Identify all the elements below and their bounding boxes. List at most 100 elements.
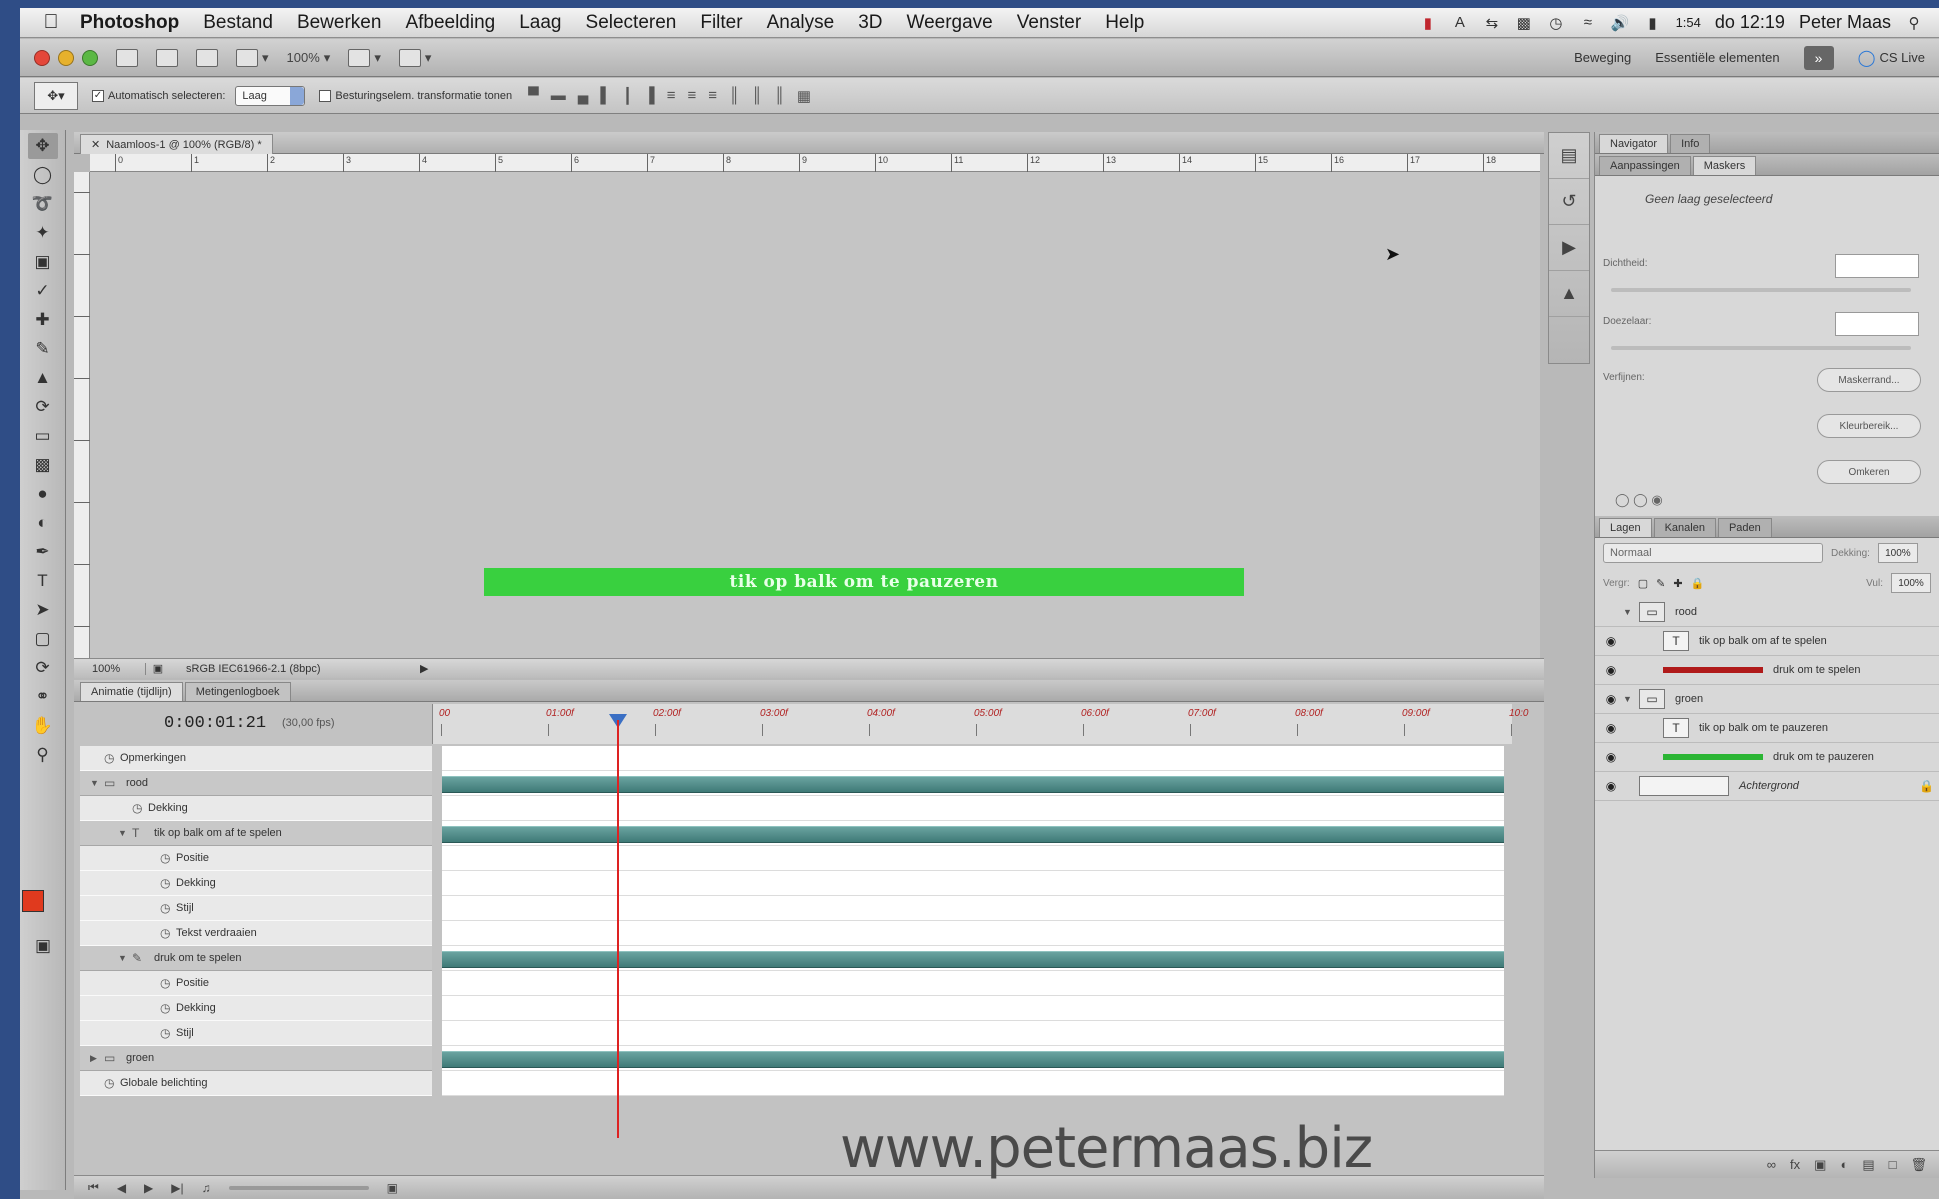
- stopwatch-icon[interactable]: ◷: [104, 1076, 120, 1090]
- timemachine-icon[interactable]: ◷: [1547, 14, 1565, 32]
- bridge-button[interactable]: [116, 48, 138, 67]
- menu-help[interactable]: Help: [1093, 12, 1156, 34]
- timeline-ruler[interactable]: 00 01:00f 02:00f 03:00f 04:00f 05:00f 06:00f 07…: [432, 704, 1528, 744]
- clone-source-panel-icon[interactable]: ▲: [1549, 271, 1589, 317]
- screen-mode-button[interactable]: ▾: [348, 48, 381, 67]
- tool-preset-picker[interactable]: ✥▾: [34, 81, 78, 110]
- tab-paths[interactable]: Paden: [1717, 518, 1772, 537]
- layer-row[interactable]: ◉ Ttik op balk om te pauzeren: [1595, 714, 1939, 743]
- lock-paint-icon[interactable]: ✎: [1656, 577, 1665, 590]
- disclosure-triangle-icon[interactable]: ▼: [90, 778, 104, 788]
- timeline-tracks[interactable]: [442, 746, 1504, 1096]
- timeline-track[interactable]: [442, 846, 1504, 871]
- feather-field[interactable]: [1835, 312, 1919, 336]
- auto-align-icon[interactable]: ▦: [797, 87, 811, 105]
- fill-field[interactable]: 100%: [1891, 573, 1931, 593]
- visibility-eye-icon[interactable]: ◉: [1599, 721, 1623, 735]
- foreground-color-swatch[interactable]: [22, 890, 44, 912]
- tab-measurement-log[interactable]: Metingenlogboek: [184, 682, 291, 701]
- workspace-essentials[interactable]: Essentiële elementen: [1655, 50, 1779, 65]
- timeline-row[interactable]: ▼ Ttik op balk om af te spelen: [80, 821, 432, 846]
- disclosure-triangle-icon[interactable]: ▶: [90, 1053, 104, 1064]
- link-layers-icon[interactable]: ∞: [1767, 1157, 1776, 1172]
- timeline-track[interactable]: [442, 996, 1504, 1021]
- visibility-eye-icon[interactable]: ◉: [1599, 663, 1623, 677]
- stopwatch-icon[interactable]: ◷: [160, 926, 176, 940]
- timeline-row[interactable]: ▶ ▭ groen: [80, 1046, 432, 1071]
- menu-bestand[interactable]: Bestand: [191, 12, 285, 34]
- timeline-row[interactable]: ◷ Dekking: [80, 796, 432, 821]
- dodge-tool-icon[interactable]: ◐: [28, 510, 58, 536]
- status-menu-arrow-icon[interactable]: ▶: [420, 662, 428, 675]
- status-icon[interactable]: ▣: [146, 662, 170, 675]
- wifi-icon[interactable]: ≈: [1579, 14, 1597, 32]
- stopwatch-icon[interactable]: ◷: [160, 976, 176, 990]
- crop-tool-icon[interactable]: ▣: [28, 249, 58, 275]
- menu-3d[interactable]: 3D: [846, 12, 894, 34]
- adobe-icon[interactable]: A: [1451, 14, 1469, 32]
- stopwatch-icon[interactable]: ◷: [160, 1026, 176, 1040]
- density-slider[interactable]: [1611, 288, 1911, 292]
- arrange-button[interactable]: ▾: [398, 48, 431, 67]
- visibility-eye-icon[interactable]: ◉: [1599, 779, 1623, 793]
- close-window-button[interactable]: [34, 49, 50, 66]
- menu-weergave[interactable]: Weergave: [895, 12, 1005, 34]
- timeline-row[interactable]: ◷ Stijl: [80, 1021, 432, 1046]
- tab-layers[interactable]: Lagen: [1599, 518, 1652, 537]
- menu-afbeelding[interactable]: Afbeelding: [393, 12, 507, 34]
- play-icon[interactable]: ▶: [144, 1181, 153, 1195]
- battery-icon[interactable]: ▮: [1644, 14, 1662, 32]
- density-field[interactable]: [1835, 254, 1919, 278]
- menu-venster[interactable]: Venster: [1005, 12, 1093, 34]
- pen-tool-icon[interactable]: ✒: [28, 539, 58, 565]
- healing-brush-tool-icon[interactable]: ✚: [28, 307, 58, 333]
- minimize-window-button[interactable]: [58, 49, 74, 66]
- layer-row[interactable]: ◉ druk om te spelen: [1595, 656, 1939, 685]
- opacity-field[interactable]: 100%: [1877, 543, 1918, 563]
- mask-edge-button[interactable]: Maskerrand...: [1817, 368, 1921, 392]
- lock-all-icon[interactable]: 🔒: [1691, 577, 1705, 590]
- timeline-row[interactable]: ◷ Positie: [80, 846, 432, 871]
- distribute-left-icon[interactable]: ║: [729, 87, 740, 105]
- current-timecode[interactable]: 0:00:01:21: [164, 714, 266, 733]
- actions-panel-icon[interactable]: ▶: [1549, 225, 1589, 271]
- feather-slider[interactable]: [1611, 346, 1911, 350]
- disclosure-triangle-icon[interactable]: ▼: [118, 953, 132, 963]
- view-extras-button[interactable]: [196, 48, 218, 67]
- minibridge-button[interactable]: [156, 48, 178, 67]
- histogram-panel-icon[interactable]: ▤: [1549, 133, 1589, 179]
- auto-select-option[interactable]: ✓ Automatisch selecteren: Laag: [92, 85, 306, 106]
- timeline-track[interactable]: [442, 1021, 1504, 1046]
- distribute-top-icon[interactable]: ≡: [667, 87, 676, 105]
- timeline-track[interactable]: [442, 796, 1504, 821]
- color-range-button[interactable]: Kleurbereik...: [1817, 414, 1921, 438]
- stopwatch-icon[interactable]: ◷: [104, 751, 120, 765]
- new-layer-icon[interactable]: □: [1889, 1157, 1897, 1172]
- group-disclosure-icon[interactable]: ▼: [1623, 694, 1639, 704]
- layer-row[interactable]: ◉ druk om te pauzeren: [1595, 743, 1939, 772]
- layer-row[interactable]: ◉ ▼ ▭ groen: [1595, 685, 1939, 714]
- cs-live-button[interactable]: ◯ CS Live: [1858, 48, 1925, 68]
- timeline-row[interactable]: ◷ Positie: [80, 971, 432, 996]
- apple-menu-icon[interactable]: : [34, 11, 68, 34]
- workspace-motion[interactable]: Beweging: [1574, 50, 1631, 65]
- status-zoom[interactable]: 100%: [74, 662, 146, 675]
- document-canvas[interactable]: tik op balk om te pauzeren ➤: [90, 172, 1540, 658]
- timeline-row[interactable]: ◷ Dekking: [80, 871, 432, 896]
- tab-channels[interactable]: Kanalen: [1653, 518, 1716, 537]
- timeline-track[interactable]: [442, 921, 1504, 946]
- timeline-track[interactable]: [442, 1071, 1504, 1096]
- timeline-row[interactable]: ▼ ✎ druk om te spelen: [80, 946, 432, 971]
- user-name[interactable]: Peter Maas: [1799, 12, 1891, 33]
- align-hcenter-icon[interactable]: ┃: [623, 87, 632, 105]
- blend-mode-select[interactable]: Normaal: [1603, 543, 1823, 563]
- menu-selecteren[interactable]: Selecteren: [574, 12, 689, 34]
- align-vcenter-icon[interactable]: ▬: [551, 87, 566, 105]
- arrange-docs-button[interactable]: ▾: [236, 48, 269, 67]
- 3d-orbit-tool-icon[interactable]: ⚭: [28, 684, 58, 710]
- marquee-tool-icon[interactable]: ◯: [28, 162, 58, 188]
- lock-pixels-icon[interactable]: ▢: [1638, 577, 1648, 590]
- horizontal-ruler[interactable]: 0 1 2 3 4 5 6 7 8 9 10 11 12 13 14 15 16 17 18: [90, 154, 1540, 172]
- sync-icon[interactable]: ⇆: [1483, 14, 1501, 32]
- align-top-icon[interactable]: ▀: [528, 87, 539, 105]
